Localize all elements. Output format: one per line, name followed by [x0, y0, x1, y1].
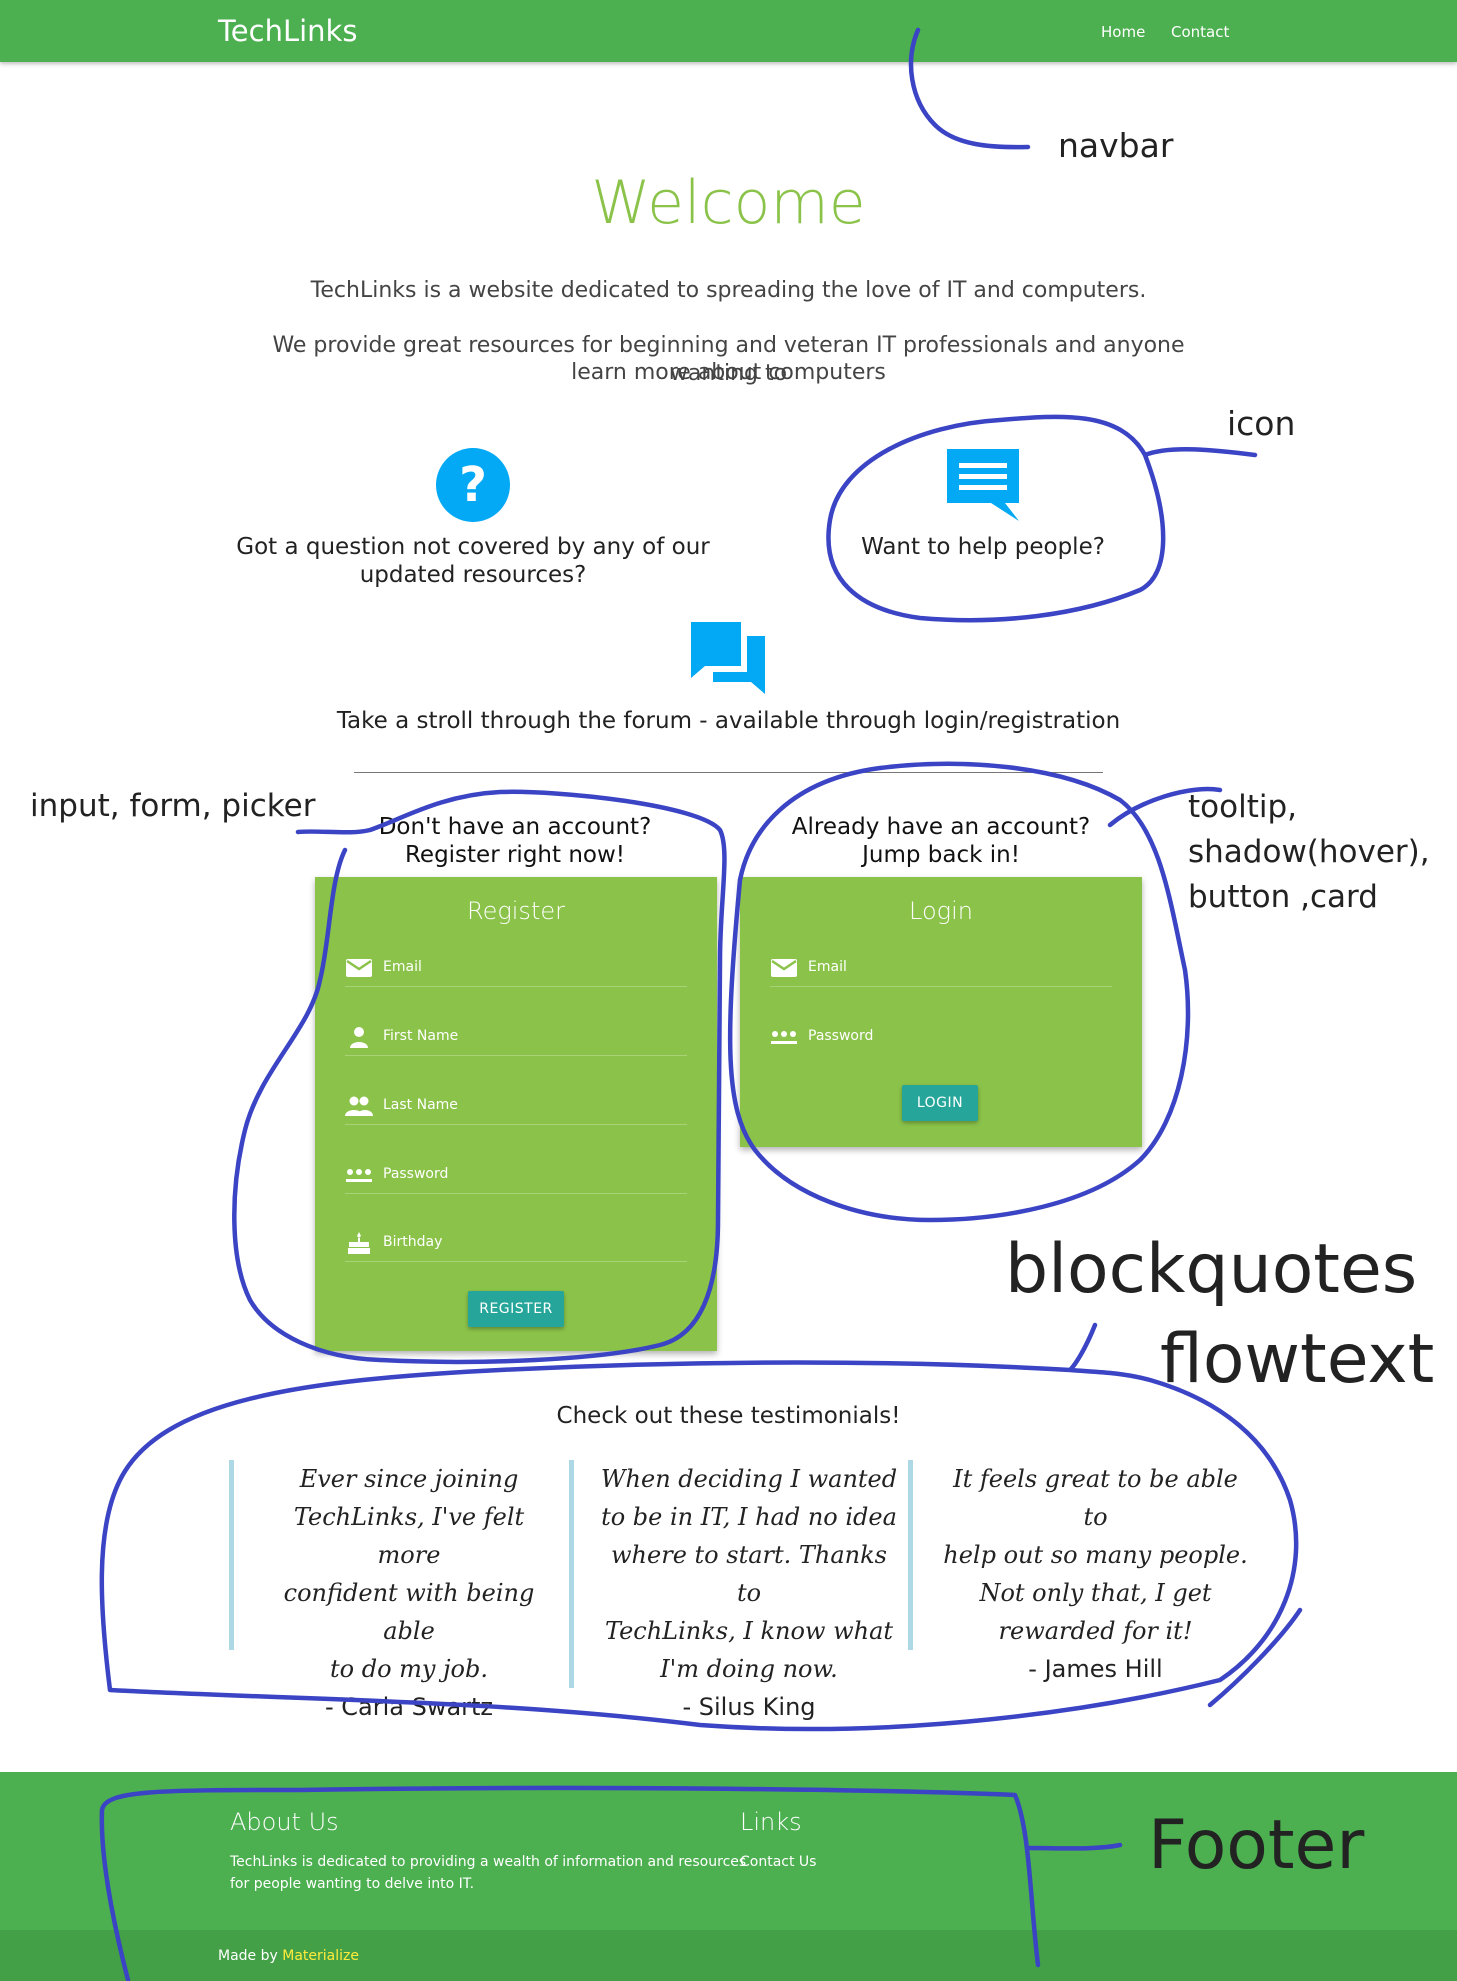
- testimonials-heading: Check out these testimonials!: [556, 1403, 901, 1429]
- register-caption-line-1: Don't have an account?: [378, 814, 652, 840]
- quote-line: Ever since joining: [299, 1465, 519, 1493]
- register-last-name-label: Last Name: [383, 1097, 458, 1113]
- materialize-link[interactable]: Materialize: [282, 1948, 359, 1964]
- quote-line: TechLinks, I know what: [604, 1617, 894, 1645]
- footer-about-heading: About Us: [230, 1808, 339, 1836]
- login-email-field[interactable]: Email: [770, 955, 1112, 987]
- login-card-title: Login: [909, 897, 973, 925]
- nav-link-contact[interactable]: Contact: [1171, 23, 1229, 41]
- register-caption: Don't have an account? Register right no…: [315, 813, 715, 869]
- quote-line: I'm doing now.: [660, 1655, 838, 1683]
- footer-links-heading: Links: [740, 1808, 802, 1836]
- chat-bubble-icon: [945, 447, 1021, 523]
- annotation-form-label: input, form, picker: [30, 788, 316, 824]
- register-birthday-field[interactable]: Birthday: [345, 1230, 687, 1262]
- annotation-navbar-label: navbar: [1058, 126, 1174, 165]
- testimonial-quote: When deciding I wanted to be in IT, I ha…: [569, 1460, 899, 1721]
- quote-line: to do my job.: [330, 1655, 488, 1683]
- password-icon: [346, 1169, 372, 1182]
- email-icon: [771, 959, 797, 977]
- password-icon: [771, 1031, 797, 1044]
- testimonial-quote: Ever since joining TechLinks, I've felt …: [229, 1460, 559, 1721]
- register-first-name-label: First Name: [383, 1028, 459, 1044]
- annotation-flowtext-label: flowtext: [1160, 1320, 1435, 1399]
- people-icon: [345, 1096, 373, 1116]
- footer-link-contact[interactable]: Contact Us: [740, 1851, 816, 1873]
- quote-line: to be in IT, I had no idea: [601, 1503, 897, 1531]
- quote-author: - James Hill: [1028, 1655, 1163, 1683]
- login-caption: Already have an account? Jump back in!: [740, 813, 1142, 869]
- help-feature-text: Want to help people?: [861, 534, 1105, 560]
- login-password-label: Password: [808, 1028, 874, 1044]
- nav-link-home[interactable]: Home: [1101, 23, 1145, 41]
- question-feature-line-2: updated resources?: [359, 562, 587, 588]
- register-card-title: Register: [467, 897, 565, 925]
- login-caption-line-2: Jump back in!: [862, 842, 1020, 868]
- register-caption-line-2: Register right now!: [404, 842, 626, 868]
- register-email-label: Email: [383, 959, 422, 975]
- register-first-name-field[interactable]: First Name: [345, 1024, 687, 1056]
- footer-about-line-1: TechLinks is dedicated to providing a we…: [230, 1854, 747, 1870]
- annotation-tooltip-line: tooltip,: [1188, 789, 1297, 825]
- quote-line: help out so many people.: [943, 1541, 1248, 1569]
- forum-icon: [689, 620, 767, 696]
- made-by-prefix: Made by: [218, 1948, 278, 1964]
- annotation-icon-circle: [826, 414, 1258, 623]
- cake-icon: [348, 1232, 370, 1254]
- login-button[interactable]: LOGIN: [902, 1085, 978, 1121]
- forum-feature-text: Take a stroll through the forum - availa…: [336, 708, 1121, 734]
- quote-line: TechLinks, I've felt more: [293, 1503, 525, 1569]
- quote-line: It feels great to be able to: [953, 1465, 1238, 1531]
- register-birthday-label: Birthday: [383, 1234, 443, 1250]
- quote-line: Not only that, I get: [979, 1579, 1212, 1607]
- register-password-field[interactable]: Password: [345, 1162, 687, 1194]
- person-icon: [350, 1027, 368, 1048]
- register-email-field[interactable]: Email: [345, 955, 687, 987]
- register-button[interactable]: REGISTER: [468, 1291, 564, 1327]
- quote-author: - Carla Swartz: [324, 1693, 494, 1721]
- annotation-tooltip-line: shadow(hover),: [1188, 834, 1430, 870]
- quote-line: When deciding I wanted: [600, 1465, 898, 1493]
- section-divider: [354, 772, 1103, 773]
- testimonial-quote: It feels great to be able to help out so…: [908, 1460, 1253, 1683]
- annotation-blockquotes-label: blockquotes: [1005, 1230, 1418, 1309]
- question-feature-text: Got a question not covered by any of our…: [220, 533, 726, 589]
- annotation-footer-label: Footer: [1148, 1806, 1365, 1885]
- register-last-name-field[interactable]: Last Name: [345, 1093, 687, 1125]
- help-circle-icon: ?: [435, 447, 511, 523]
- page-title: Welcome: [591, 168, 866, 238]
- svg-text:?: ?: [459, 457, 487, 513]
- email-icon: [346, 959, 372, 977]
- login-card: Login Email Password LOGIN: [740, 877, 1142, 1147]
- intro-paragraph-1: TechLinks is a website dedicated to spre…: [310, 278, 1147, 303]
- quote-line: confident with being able: [283, 1579, 535, 1645]
- register-password-label: Password: [383, 1166, 449, 1182]
- quote-author: - Silus King: [682, 1693, 816, 1721]
- brand-logo[interactable]: TechLinks: [218, 14, 357, 48]
- quote-line: rewarded for it!: [998, 1617, 1193, 1645]
- footer-about-text: TechLinks is dedicated to providing a we…: [230, 1851, 750, 1895]
- annotation-icon-label: icon: [1227, 404, 1296, 443]
- footer-about-line-2: for people wanting to delve into IT.: [230, 1876, 475, 1892]
- footer-made-by: Made by Materialize: [218, 1945, 359, 1967]
- login-caption-line-1: Already have an account?: [791, 814, 1091, 840]
- intro-paragraph-2-line-2: learn more about computers: [571, 360, 886, 385]
- annotation-tooltip-line: button ,card: [1188, 879, 1378, 915]
- quote-line: where to start. Thanks to: [611, 1541, 887, 1607]
- register-card: Register Email First Name Last Name Pass…: [315, 877, 717, 1351]
- login-email-label: Email: [808, 959, 847, 975]
- question-feature-line-1: Got a question not covered by any of our: [236, 534, 710, 560]
- login-password-field[interactable]: Password: [770, 1024, 1112, 1056]
- annotation-tooltip-label: tooltip, shadow(hover), button ,card: [1188, 785, 1430, 920]
